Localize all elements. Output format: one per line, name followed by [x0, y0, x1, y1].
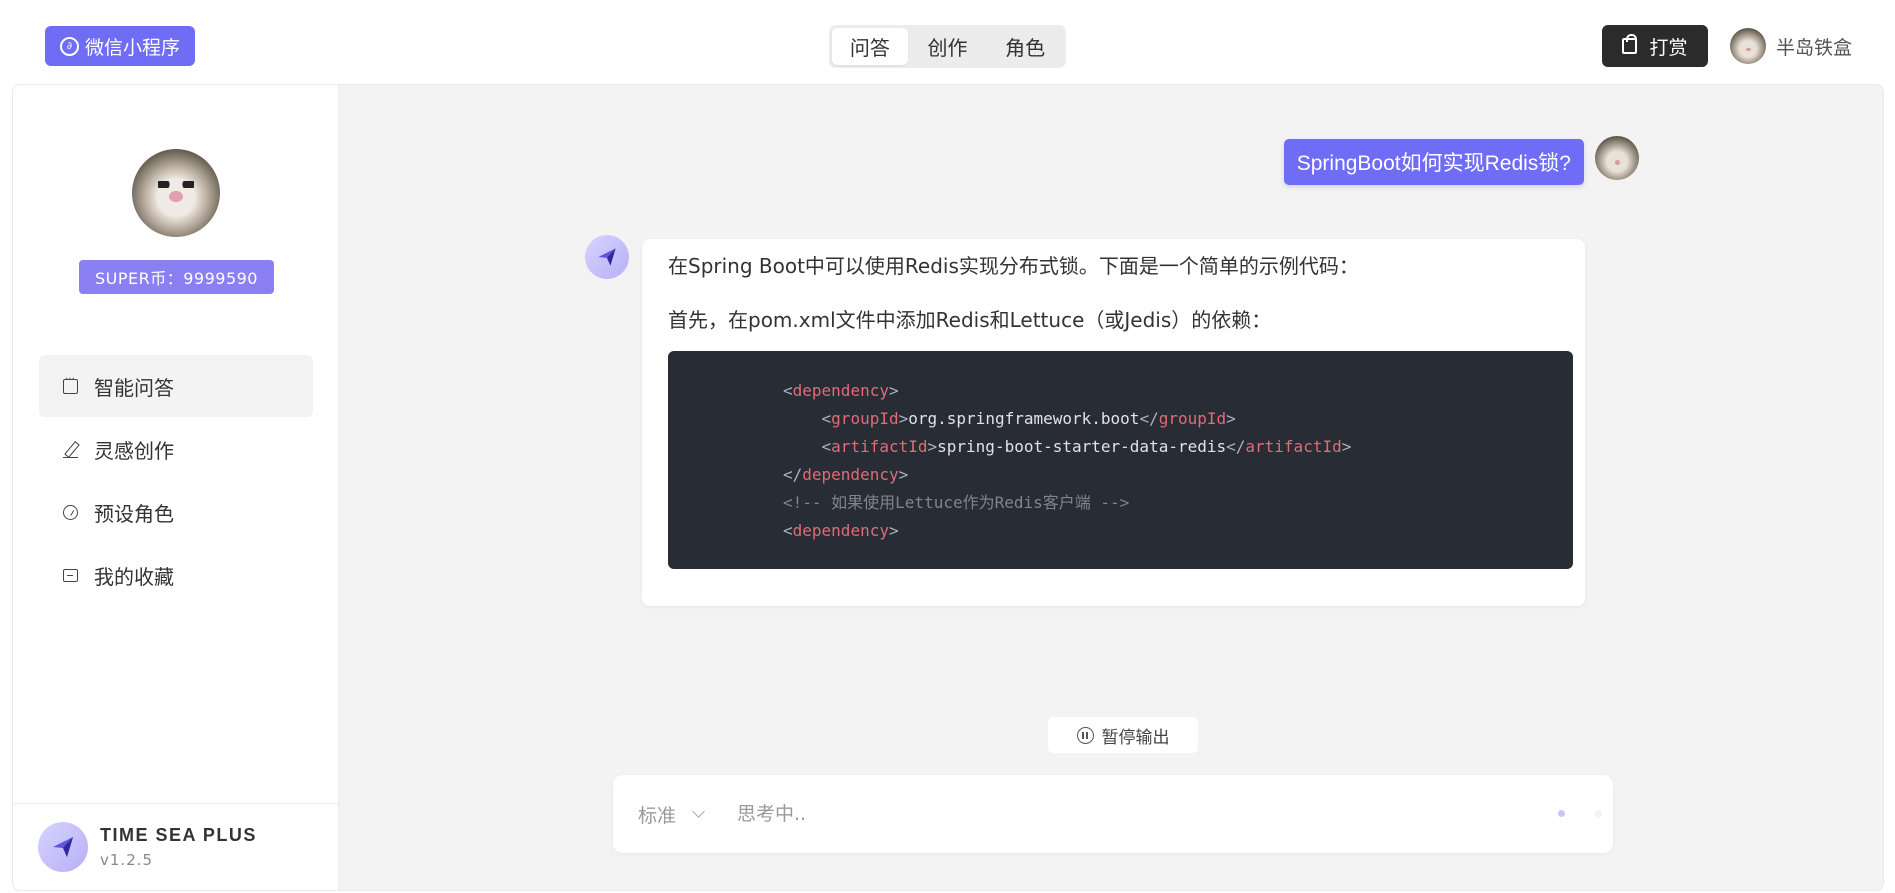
- chat-input-bar: 标准: [613, 775, 1613, 853]
- loading-indicator: [1558, 810, 1602, 817]
- pause-icon: [1076, 726, 1094, 744]
- user-menu[interactable]: 半岛铁盒: [1730, 28, 1852, 64]
- mini-program-label: 微信小程序: [84, 36, 180, 59]
- sidebar-item-inspiration[interactable]: 灵感创作: [39, 418, 313, 480]
- sidebar: SUPER币：9999590 智能问答 灵感创作 预设角色 我的收藏: [13, 85, 339, 890]
- user-avatar: [1730, 28, 1766, 64]
- code-line: <dependency>: [783, 521, 899, 540]
- loading-dot: [1595, 810, 1602, 817]
- prompt-input[interactable]: [737, 794, 1517, 834]
- user-message-avatar: [1595, 136, 1639, 180]
- answer-paragraph: 首先，在pom.xml文件中添加Redis和Lettuce（或Jedis）的依赖…: [668, 308, 1272, 332]
- mode-tabs: 问答 创作 角色: [829, 25, 1066, 68]
- code-block: <dependency> <groupId>org.springframewor…: [668, 351, 1573, 569]
- top-header: ∂ 微信小程序 问答 创作 角色 打赏 半岛铁盒: [0, 0, 1895, 84]
- code-line: </dependency>: [783, 465, 909, 484]
- brand-name: TIME SEA PLUS: [100, 825, 257, 845]
- sidebar-item-label: 智能问答: [94, 375, 174, 400]
- assistant-avatar-icon: [585, 235, 629, 279]
- tip-label: 打赏: [1649, 36, 1688, 59]
- code-line: <groupId>org.springframework.boot</group…: [821, 409, 1236, 428]
- chat-area: SpringBoot如何实现Redis锁? 在Spring Boot中可以使用R…: [340, 85, 1883, 890]
- answer-paragraph: 在Spring Boot中可以使用Redis实现分布式锁。下面是一个简单的示例代…: [668, 254, 1359, 278]
- loading-dot: [1558, 810, 1565, 817]
- tab-qa[interactable]: 问答: [832, 28, 908, 65]
- user-name: 半岛铁盒: [1776, 36, 1853, 59]
- sidebar-nav: 智能问答 灵感创作 预设角色 我的收藏: [39, 355, 313, 607]
- mode-label: 标准: [638, 804, 677, 827]
- pen-icon: [63, 442, 78, 459]
- mini-program-icon: ∂: [59, 36, 79, 56]
- sidebar-item-preset-roles[interactable]: 预设角色: [39, 481, 313, 543]
- role-icon: [63, 504, 78, 520]
- chat-icon: [63, 374, 78, 394]
- pause-label: 暂停输出: [1101, 727, 1170, 748]
- code-line: <dependency>: [783, 381, 899, 400]
- user-question-bubble: SpringBoot如何实现Redis锁?: [1283, 139, 1584, 185]
- assistant-answer-card: 在Spring Boot中可以使用Redis实现分布式锁。下面是一个简单的示例代…: [642, 239, 1585, 606]
- sidebar-item-label: 预设角色: [94, 501, 174, 526]
- pause-output-button[interactable]: 暂停输出: [1048, 717, 1198, 753]
- sidebar-footer: TIME SEA PLUS v1.2.5: [13, 803, 339, 890]
- sidebar-item-label: 灵感创作: [94, 438, 174, 463]
- chevron-down-icon: [692, 805, 705, 818]
- mode-select[interactable]: 标准: [638, 775, 705, 853]
- profile-avatar[interactable]: [132, 149, 220, 237]
- code-comment: <!-- 如果使用Lettuce作为Redis客户端 -->: [783, 493, 1130, 512]
- favorites-icon: [63, 568, 78, 582]
- sidebar-item-favorites[interactable]: 我的收藏: [39, 544, 313, 606]
- tab-role[interactable]: 角色: [987, 28, 1063, 65]
- code-line: <artifactId>spring-boot-starter-data-red…: [821, 437, 1352, 456]
- shopping-bag-icon: [1622, 34, 1638, 54]
- sidebar-item-label: 我的收藏: [94, 564, 174, 589]
- app-version: v1.2.5: [100, 851, 154, 869]
- tab-create[interactable]: 创作: [910, 28, 986, 65]
- sidebar-item-smart-qa[interactable]: 智能问答: [39, 355, 313, 417]
- app-logo-icon: [38, 822, 88, 872]
- wechat-mini-program-button[interactable]: ∂ 微信小程序: [45, 26, 195, 66]
- coin-balance-badge: SUPER币：9999590: [79, 260, 274, 294]
- app-frame: SUPER币：9999590 智能问答 灵感创作 预设角色 我的收藏: [12, 84, 1884, 891]
- tip-button[interactable]: 打赏: [1602, 25, 1708, 67]
